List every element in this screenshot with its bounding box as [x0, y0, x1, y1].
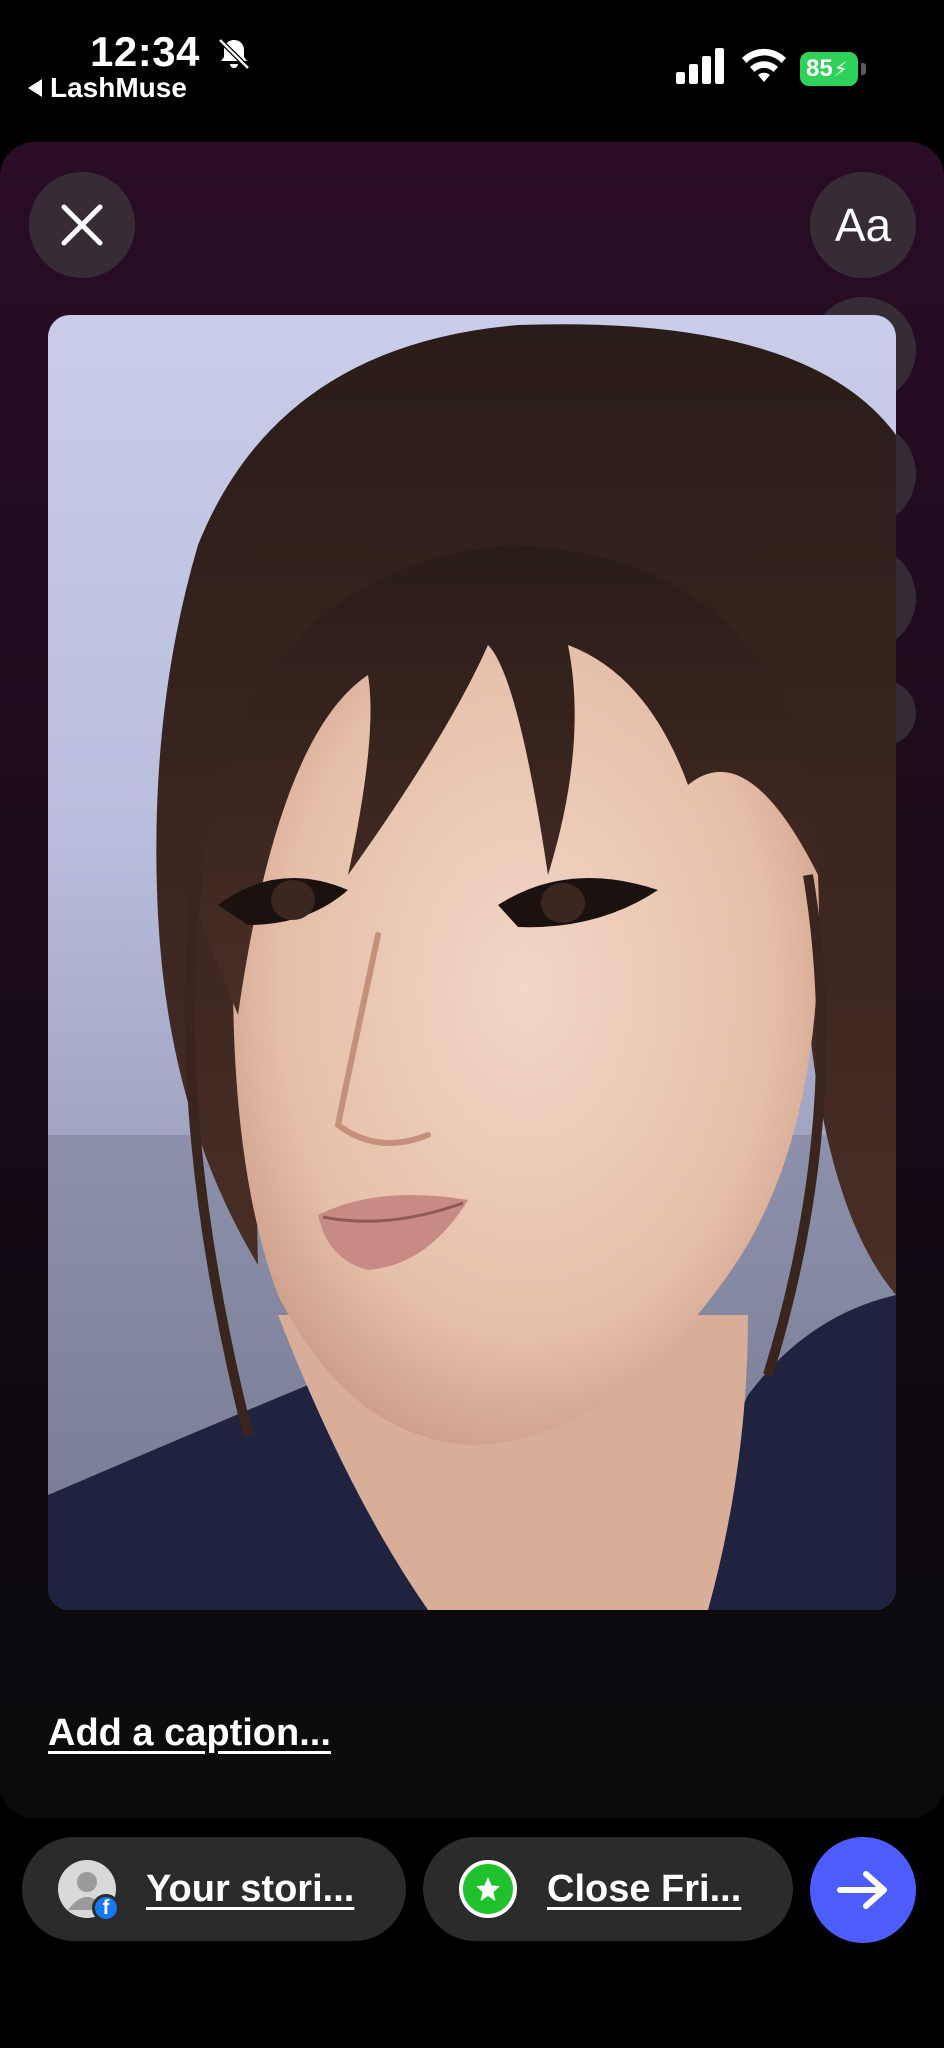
- star-icon: [459, 1860, 517, 1918]
- back-to-app-link[interactable]: LashMuse: [28, 72, 187, 104]
- close-friends-button[interactable]: Close Fri...: [423, 1837, 793, 1941]
- portrait-illustration: [48, 324, 896, 1610]
- avatar: f: [58, 1860, 120, 1922]
- close-button[interactable]: [29, 172, 135, 278]
- battery-icon: 85 ⚡: [800, 52, 868, 86]
- caption-input[interactable]: Add a caption...: [48, 1712, 331, 1755]
- story-editor-canvas: Aa Add a caption...: [0, 142, 944, 1818]
- back-triangle-icon: [28, 79, 42, 97]
- wifi-icon: [742, 48, 786, 82]
- close-icon: [61, 204, 103, 246]
- signal-icon: [676, 48, 724, 84]
- facebook-badge-icon: f: [92, 1894, 120, 1922]
- bell-slash-icon: [218, 38, 250, 70]
- story-photo[interactable]: [48, 315, 896, 1610]
- your-stories-button[interactable]: f Your stori...: [22, 1837, 406, 1941]
- battery-level: 85: [806, 55, 833, 82]
- arrow-right-icon: [837, 1871, 887, 1909]
- close-friends-label: Close Fri...: [547, 1867, 742, 1910]
- text-tool-label: Aa: [834, 199, 892, 251]
- your-stories-label: Your stori...: [146, 1867, 355, 1910]
- text-tool-button[interactable]: Aa: [810, 172, 916, 278]
- send-button[interactable]: [810, 1837, 916, 1943]
- status-time: 12:34: [90, 28, 200, 75]
- back-app-label: LashMuse: [50, 72, 187, 103]
